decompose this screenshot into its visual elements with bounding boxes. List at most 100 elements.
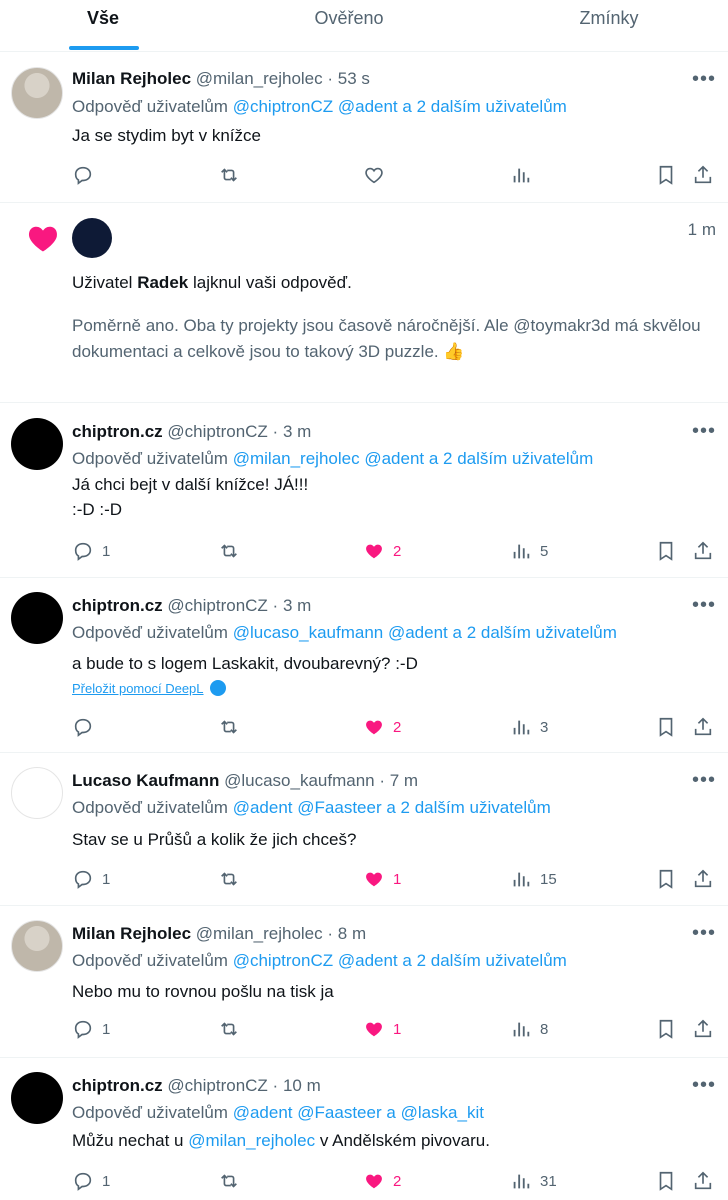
heart-icon[interactable]: 2 (363, 539, 401, 563)
author-handle[interactable]: @chiptronCZ (167, 596, 267, 615)
more-icon[interactable]: ••• (692, 769, 716, 792)
author-name[interactable]: chiptron.cz (72, 422, 163, 441)
post-header: chiptron.cz @chiptronCZ · 10 m (72, 1076, 321, 1095)
mention-link[interactable]: @adent (388, 623, 448, 642)
mention-link[interactable]: @laska_kit (401, 1103, 484, 1122)
avatar[interactable] (72, 218, 112, 258)
post-time[interactable]: 8 m (338, 924, 366, 943)
share-icon[interactable] (692, 539, 714, 563)
more-icon[interactable]: ••• (692, 420, 716, 443)
mention-link[interactable]: @Faasteer (297, 798, 381, 817)
heart-icon[interactable]: 2 (363, 1169, 401, 1193)
bookmark-icon[interactable] (655, 715, 677, 739)
views-icon[interactable]: 8 (510, 1017, 548, 1041)
views-icon[interactable]: 15 (510, 867, 557, 891)
bookmark-icon[interactable] (655, 1169, 677, 1193)
mention-link[interactable]: a 2 dalším uživatelům (386, 798, 550, 817)
bookmark-icon[interactable] (655, 163, 677, 187)
heart-icon[interactable]: 1 (363, 1017, 401, 1041)
post[interactable]: chiptron.cz @chiptronCZ · 3 m ••• Odpově… (0, 404, 728, 578)
post-time[interactable]: 7 m (390, 771, 418, 790)
avatar[interactable] (11, 1072, 63, 1124)
reply-icon[interactable]: 1 (72, 1169, 110, 1193)
notification-user[interactable]: Radek (137, 273, 188, 292)
avatar[interactable] (11, 418, 63, 470)
mention-link[interactable]: @adent (338, 951, 398, 970)
quoted-reply[interactable]: Poměrně ano. Oba ty projekty jsou časově… (72, 313, 712, 365)
mention-link[interactable]: @milan_rejholec (188, 1131, 315, 1150)
reply-icon[interactable]: 1 (72, 867, 110, 891)
views-icon[interactable] (510, 163, 540, 187)
retweet-icon[interactable] (218, 539, 240, 563)
retweet-icon[interactable] (218, 715, 240, 739)
heart-icon[interactable]: 2 (363, 715, 401, 739)
retweet-icon[interactable] (218, 1017, 240, 1041)
share-icon[interactable] (692, 715, 714, 739)
mention-link[interactable]: @adent (233, 798, 293, 817)
mention-link[interactable]: @lucaso_kaufmann (233, 623, 384, 642)
post-time[interactable]: 3 m (283, 422, 311, 441)
share-icon[interactable] (692, 1169, 714, 1193)
more-icon[interactable]: ••• (692, 1074, 716, 1097)
author-handle[interactable]: @chiptronCZ (167, 1076, 267, 1095)
author-name[interactable]: Milan Rejholec (72, 69, 191, 88)
author-name[interactable]: Lucaso Kaufmann (72, 771, 219, 790)
retweet-icon[interactable] (218, 867, 240, 891)
tab-verified[interactable]: Ověřeno (246, 0, 452, 52)
more-icon[interactable]: ••• (692, 68, 716, 91)
more-icon[interactable]: ••• (692, 922, 716, 945)
bookmark-icon[interactable] (655, 1017, 677, 1041)
views-icon[interactable]: 31 (510, 1169, 557, 1193)
post[interactable]: Milan Rejholec @milan_rejholec · 8 m •••… (0, 906, 728, 1058)
heart-icon[interactable] (363, 163, 393, 187)
reply-icon[interactable]: 1 (72, 539, 110, 563)
mention-link[interactable]: @adent (338, 97, 398, 116)
mention-link[interactable]: @chiptronCZ (233, 97, 333, 116)
share-icon[interactable] (692, 867, 714, 891)
mention-link[interactable]: a 2 dalším uživatelům (402, 97, 566, 116)
bookmark-icon[interactable] (655, 867, 677, 891)
reply-icon[interactable] (72, 163, 102, 187)
mention-link[interactable]: a (386, 1103, 395, 1122)
mention-link[interactable]: @milan_rejholec (233, 449, 360, 468)
mention-link[interactable]: @adent (233, 1103, 293, 1122)
author-handle[interactable]: @chiptronCZ (167, 422, 267, 441)
author-handle[interactable]: @milan_rejholec (196, 69, 323, 88)
post-time[interactable]: 3 m (283, 596, 311, 615)
tab-mentions[interactable]: Zmínky (506, 0, 712, 52)
post[interactable]: Lucaso Kaufmann @lucaso_kaufmann · 7 m •… (0, 753, 728, 906)
mention-link[interactable]: a 2 dalším uživatelům (453, 623, 617, 642)
author-name[interactable]: chiptron.cz (72, 596, 163, 615)
share-icon[interactable] (692, 1017, 714, 1041)
mention-link[interactable]: a 2 dalším uživatelům (402, 951, 566, 970)
mention-link[interactable]: a 2 dalším uživatelům (429, 449, 593, 468)
mention-link[interactable]: @Faasteer (297, 1103, 381, 1122)
avatar[interactable] (11, 67, 63, 119)
author-handle[interactable]: @milan_rejholec (196, 924, 323, 943)
author-name[interactable]: chiptron.cz (72, 1076, 163, 1095)
post[interactable]: Milan Rejholec @milan_rejholec · 53 s ••… (0, 52, 728, 203)
reply-icon[interactable] (72, 715, 102, 739)
more-icon[interactable]: ••• (692, 594, 716, 617)
post[interactable]: chiptron.cz @chiptronCZ · 3 m ••• Odpově… (0, 578, 728, 753)
mention-link[interactable]: @chiptronCZ (233, 951, 333, 970)
retweet-icon[interactable] (218, 163, 240, 187)
avatar[interactable] (11, 767, 63, 819)
post[interactable]: chiptron.cz @chiptronCZ · 10 m ••• Odpov… (0, 1058, 728, 1200)
avatar[interactable] (11, 592, 63, 644)
retweet-icon[interactable] (218, 1169, 240, 1193)
heart-icon[interactable]: 1 (363, 867, 401, 891)
post-time[interactable]: 10 m (283, 1076, 321, 1095)
avatar[interactable] (11, 920, 63, 972)
views-icon[interactable]: 5 (510, 539, 548, 563)
share-icon[interactable] (692, 163, 714, 187)
post-time[interactable]: 53 s (338, 69, 370, 88)
mention-link[interactable]: @adent (364, 449, 424, 468)
reply-icon[interactable]: 1 (72, 1017, 110, 1041)
translate-link[interactable]: Přeložit pomocí DeepL (72, 680, 226, 696)
tab-all[interactable]: Vše (0, 0, 206, 52)
views-icon[interactable]: 3 (510, 715, 548, 739)
author-handle[interactable]: @lucaso_kaufmann (224, 771, 375, 790)
bookmark-icon[interactable] (655, 539, 677, 563)
author-name[interactable]: Milan Rejholec (72, 924, 191, 943)
